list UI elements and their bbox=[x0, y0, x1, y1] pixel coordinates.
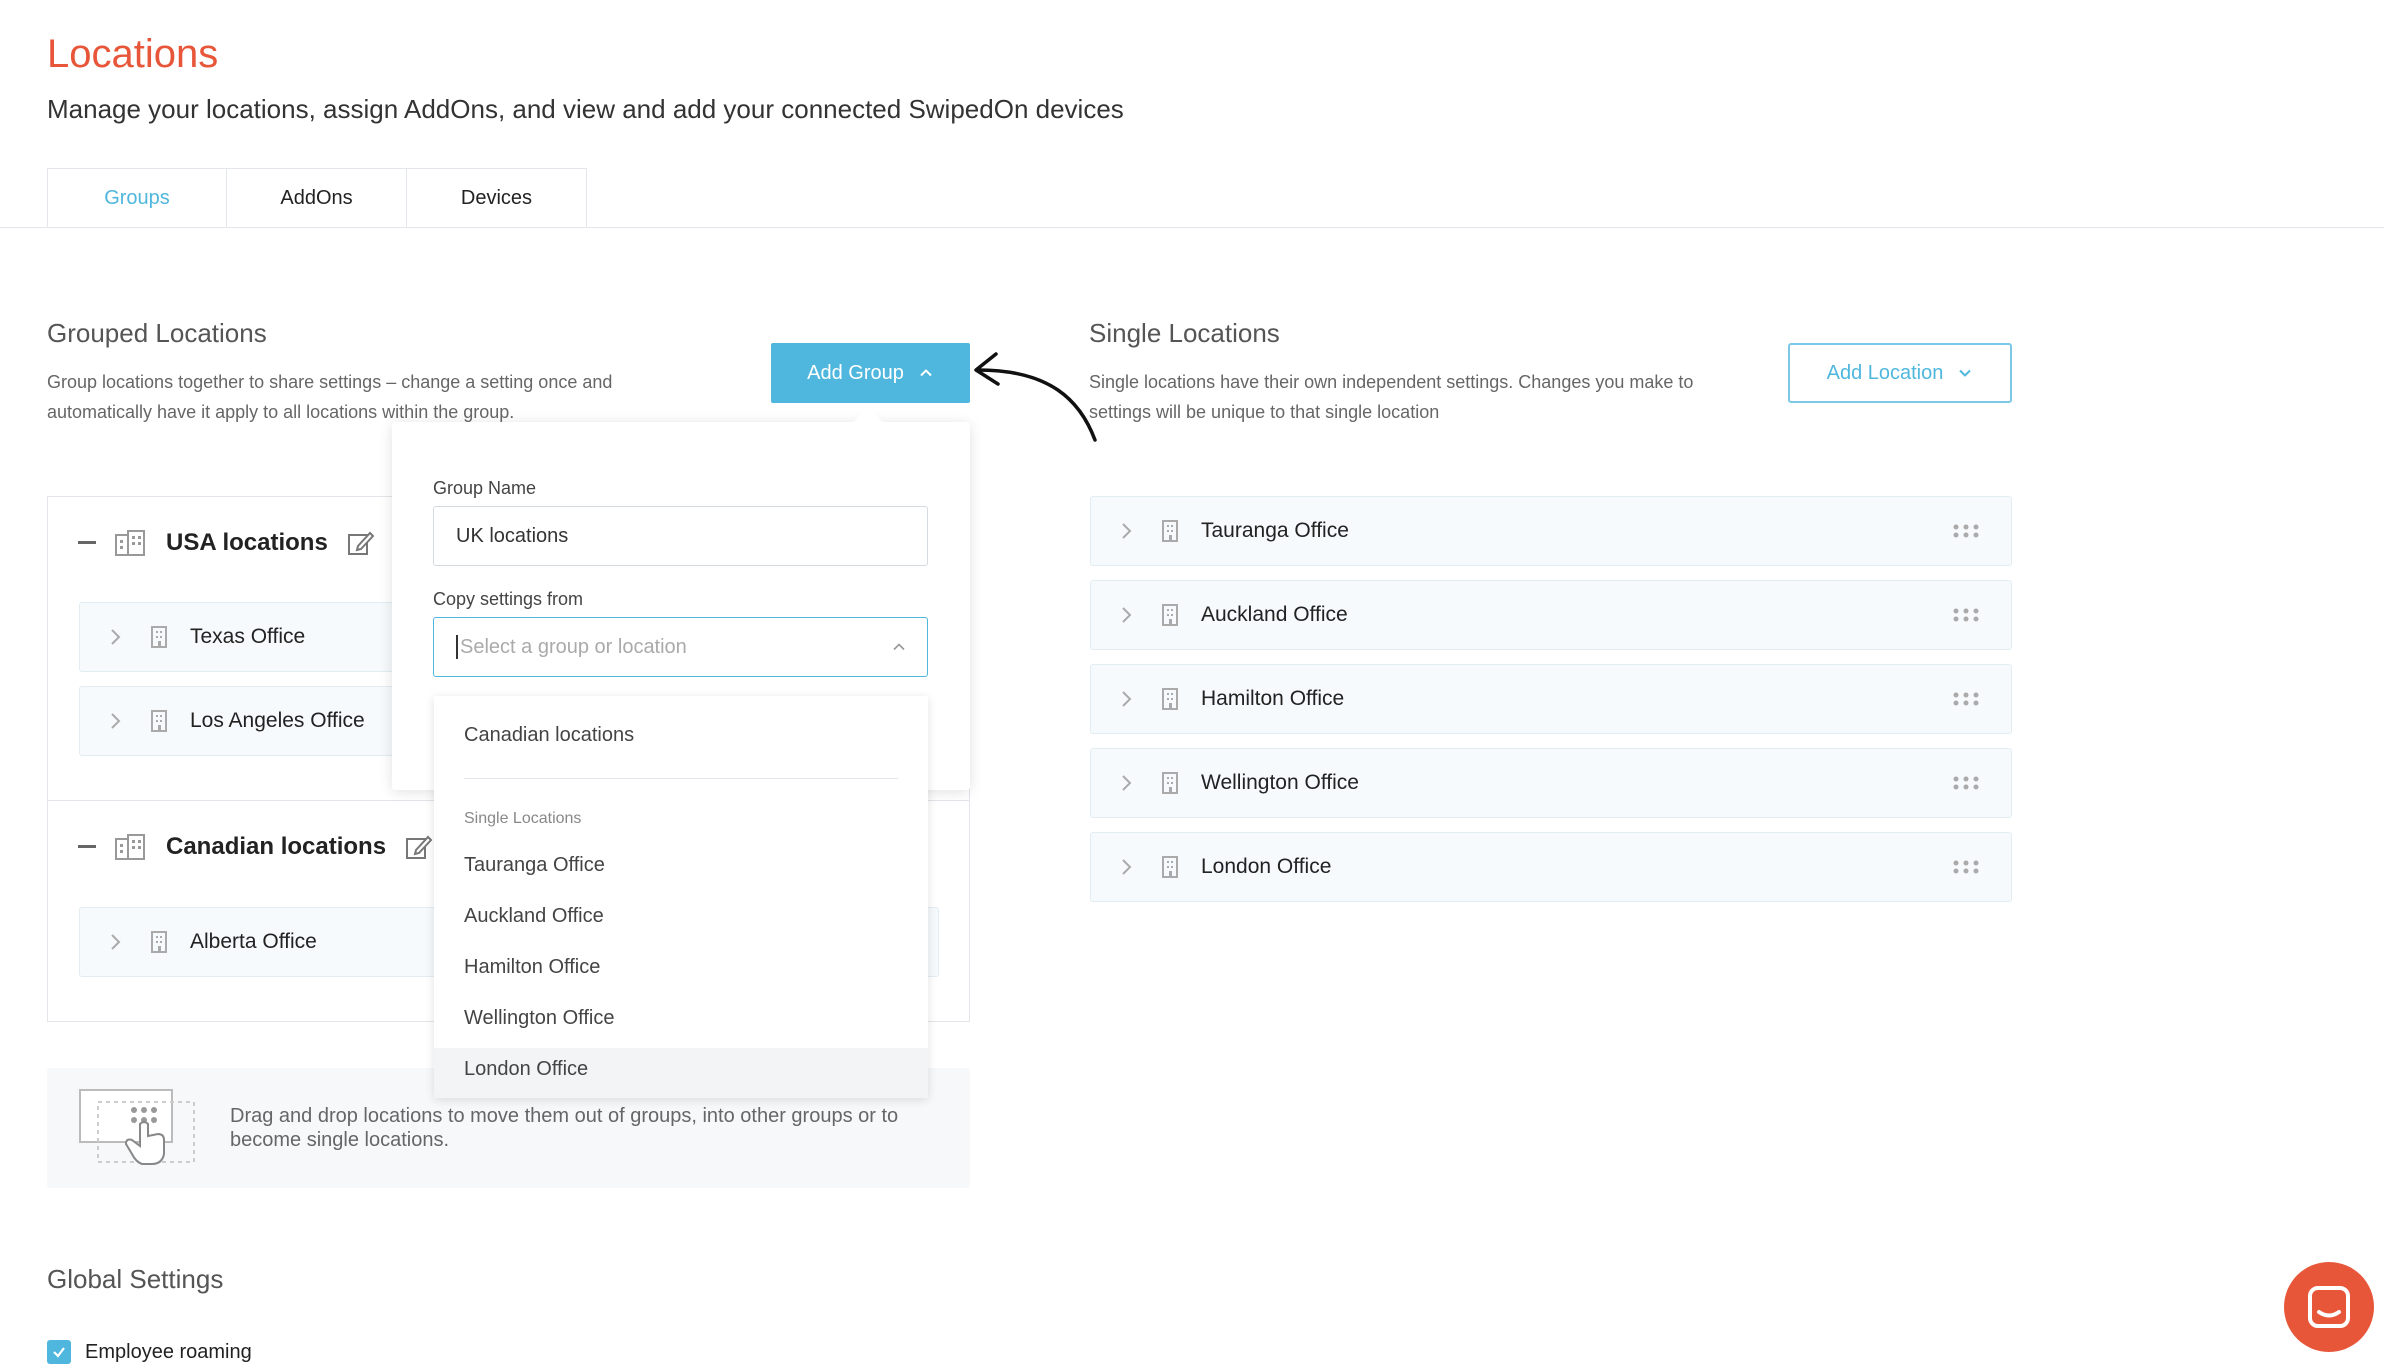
tab-groups[interactable]: Groups bbox=[47, 168, 227, 228]
tab-devices[interactable]: Devices bbox=[407, 168, 587, 228]
single-locations-description: Single locations have their own independ… bbox=[1089, 367, 1769, 427]
drag-drop-text: Drag and drop locations to move them out… bbox=[230, 1105, 899, 1151]
add-location-label: Add Location bbox=[1826, 361, 1944, 384]
dropdown-group-header: Single Locations bbox=[464, 810, 582, 827]
chevron-right-icon[interactable] bbox=[80, 712, 150, 730]
drag-handle-icon[interactable] bbox=[1921, 608, 2011, 622]
building-icon bbox=[1161, 604, 1201, 626]
collapse-icon[interactable] bbox=[78, 541, 96, 545]
copy-settings-select[interactable]: Select a group or location bbox=[433, 617, 928, 677]
location-name: Hamilton Office bbox=[1201, 687, 1345, 710]
building-icon bbox=[1161, 772, 1201, 794]
building-icon bbox=[150, 931, 190, 953]
edit-icon[interactable] bbox=[404, 833, 433, 861]
group-header-usa: USA locations bbox=[78, 526, 374, 560]
location-name: Wellington Office bbox=[1201, 771, 1359, 794]
add-group-button[interactable]: Add Group bbox=[771, 343, 970, 403]
dropdown-option[interactable]: Hamilton Office bbox=[464, 956, 600, 979]
employee-roaming-checkbox[interactable] bbox=[47, 1340, 71, 1364]
dropdown-divider bbox=[464, 778, 898, 779]
list-item[interactable]: Auckland Office bbox=[1090, 580, 2012, 650]
edit-icon[interactable] bbox=[346, 529, 374, 557]
dropdown-option[interactable]: Auckland Office bbox=[464, 905, 604, 928]
grouped-locations-title: Grouped Locations bbox=[47, 318, 267, 348]
drag-handle-icon[interactable] bbox=[1921, 776, 2011, 790]
page-subtitle: Manage your locations, assign AddOns, an… bbox=[47, 94, 1124, 124]
dropdown-option[interactable]: Tauranga Office bbox=[464, 854, 605, 877]
copy-settings-label: Copy settings from bbox=[433, 589, 584, 609]
chevron-right-icon[interactable] bbox=[1091, 690, 1161, 708]
chevron-right-icon[interactable] bbox=[80, 933, 150, 951]
building-icon bbox=[1161, 688, 1201, 710]
chevron-up-icon bbox=[920, 369, 932, 377]
location-name: Tauranga Office bbox=[1201, 519, 1349, 542]
chevron-right-icon[interactable] bbox=[1091, 774, 1161, 792]
single-locations-title: Single Locations bbox=[1089, 318, 1280, 348]
single-desc-line-1: Single locations have their own independ… bbox=[1089, 372, 1694, 392]
group-header-canada: Canadian locations bbox=[78, 830, 433, 864]
employee-roaming-label: Employee roaming bbox=[85, 1340, 252, 1363]
list-item[interactable]: London Office bbox=[1090, 832, 2012, 902]
chevron-right-icon[interactable] bbox=[1091, 858, 1161, 876]
check-icon bbox=[53, 1347, 65, 1358]
group-name: USA locations bbox=[166, 529, 328, 556]
list-item[interactable]: Wellington Office bbox=[1090, 748, 2012, 818]
list-item[interactable]: Hamilton Office bbox=[1090, 664, 2012, 734]
copy-settings-dropdown: Canadian locations Single Locations Taur… bbox=[434, 696, 928, 1098]
tab-addons[interactable]: AddOns bbox=[227, 168, 407, 228]
tabs-divider bbox=[0, 227, 2384, 228]
chevron-up-icon bbox=[893, 643, 905, 651]
chevron-right-icon[interactable] bbox=[1091, 522, 1161, 540]
drag-handle-icon[interactable] bbox=[1921, 860, 2011, 874]
dropdown-option[interactable]: London Office bbox=[464, 1058, 588, 1081]
location-name: Auckland Office bbox=[1201, 603, 1348, 626]
text-cursor bbox=[456, 635, 458, 659]
chevron-down-icon bbox=[1959, 369, 1972, 377]
chevron-right-icon[interactable] bbox=[80, 628, 150, 646]
building-icon bbox=[150, 710, 190, 732]
building-icon bbox=[150, 626, 190, 648]
chat-launcher-button[interactable] bbox=[2284, 1262, 2374, 1352]
grouped-desc-line-1: Group locations together to share settin… bbox=[47, 372, 613, 392]
buildings-icon bbox=[115, 530, 145, 556]
buildings-icon bbox=[115, 834, 145, 860]
drag-hand-icon bbox=[79, 1089, 195, 1165]
list-item[interactable]: Tauranga Office bbox=[1090, 496, 2012, 566]
group-name-input[interactable]: UK locations bbox=[433, 506, 928, 566]
location-name: London Office bbox=[1201, 855, 1332, 878]
single-desc-line-2: settings will be unique to that single l… bbox=[1089, 402, 1440, 422]
drag-handle-icon[interactable] bbox=[1921, 524, 2011, 538]
group-name: Canadian locations bbox=[166, 833, 387, 860]
curved-arrow-icon bbox=[974, 352, 1097, 442]
drag-handle-icon[interactable] bbox=[1921, 692, 2011, 706]
group-name-label: Group Name bbox=[433, 478, 537, 498]
collapse-icon[interactable] bbox=[78, 845, 96, 849]
building-icon bbox=[1161, 856, 1201, 878]
copy-settings-placeholder: Select a group or location bbox=[460, 635, 687, 658]
add-group-label: Add Group bbox=[807, 361, 904, 384]
building-icon bbox=[1161, 520, 1201, 542]
dropdown-option[interactable]: Canadian locations bbox=[464, 724, 634, 747]
dropdown-option[interactable]: Wellington Office bbox=[464, 1007, 614, 1030]
tab-bar: Groups AddOns Devices bbox=[47, 168, 587, 228]
grouped-locations-description: Group locations together to share settin… bbox=[47, 367, 747, 427]
employee-roaming-setting: Employee roaming bbox=[47, 1340, 252, 1364]
global-settings-title: Global Settings bbox=[47, 1264, 224, 1294]
chat-icon bbox=[2308, 1286, 2350, 1328]
chevron-right-icon[interactable] bbox=[1091, 606, 1161, 624]
page-title: Locations bbox=[47, 32, 219, 76]
add-location-button[interactable]: Add Location bbox=[1788, 343, 2012, 403]
